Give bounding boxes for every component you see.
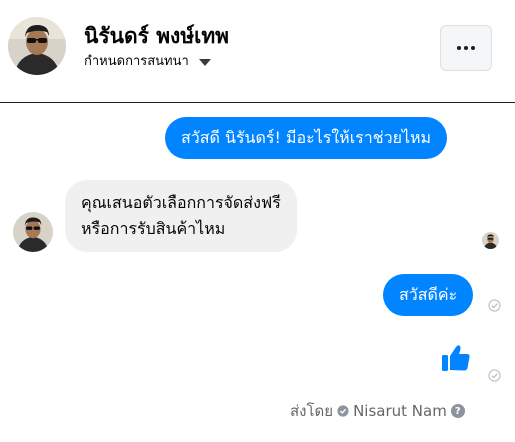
seen-avatar <box>482 232 499 249</box>
conversation-settings-link[interactable]: กำหนดการสนทนา <box>84 50 211 71</box>
contact-name[interactable]: นิรันดร์ พงษ์เทพ <box>84 20 229 53</box>
sent-by-info: ส่งโดย Nisarut Nam ? <box>290 399 465 423</box>
help-icon[interactable]: ? <box>450 404 465 418</box>
delivered-check-icon <box>488 299 501 312</box>
incoming-message-line: หรือการรับสินค้าไหม <box>81 219 226 238</box>
more-options-icon <box>457 46 461 50</box>
sent-check-icon <box>337 405 349 417</box>
outgoing-message[interactable]: สวัสดี นิรันดร์! มีอะไรให้เราช่วยไหม <box>165 117 448 159</box>
thumbs-up-icon[interactable] <box>440 342 472 374</box>
delivered-check-icon <box>488 369 501 382</box>
more-options-button[interactable] <box>440 25 492 71</box>
profile-avatar[interactable] <box>8 17 66 75</box>
caret-down-icon <box>198 58 211 66</box>
more-options-icon-dot <box>471 46 475 50</box>
sender-name[interactable]: Nisarut Nam <box>353 402 447 420</box>
conversation-header: นิรันดร์ พงษ์เทพ กำหนดการสนทนา <box>0 0 515 103</box>
sent-by-label: ส่งโดย <box>290 402 334 420</box>
more-options-icon-dot <box>464 46 468 50</box>
sender-avatar[interactable] <box>13 212 53 252</box>
incoming-message[interactable]: คุณเสนอตัวเลือกการจัดส่งฟรี หรือการรับสิ… <box>65 180 297 252</box>
subtitle-label: กำหนดการสนทนา <box>84 54 189 69</box>
outgoing-message[interactable]: สวัสดีค่ะ <box>383 274 474 316</box>
incoming-message-line: คุณเสนอตัวเลือกการจัดส่งฟรี <box>81 193 281 212</box>
